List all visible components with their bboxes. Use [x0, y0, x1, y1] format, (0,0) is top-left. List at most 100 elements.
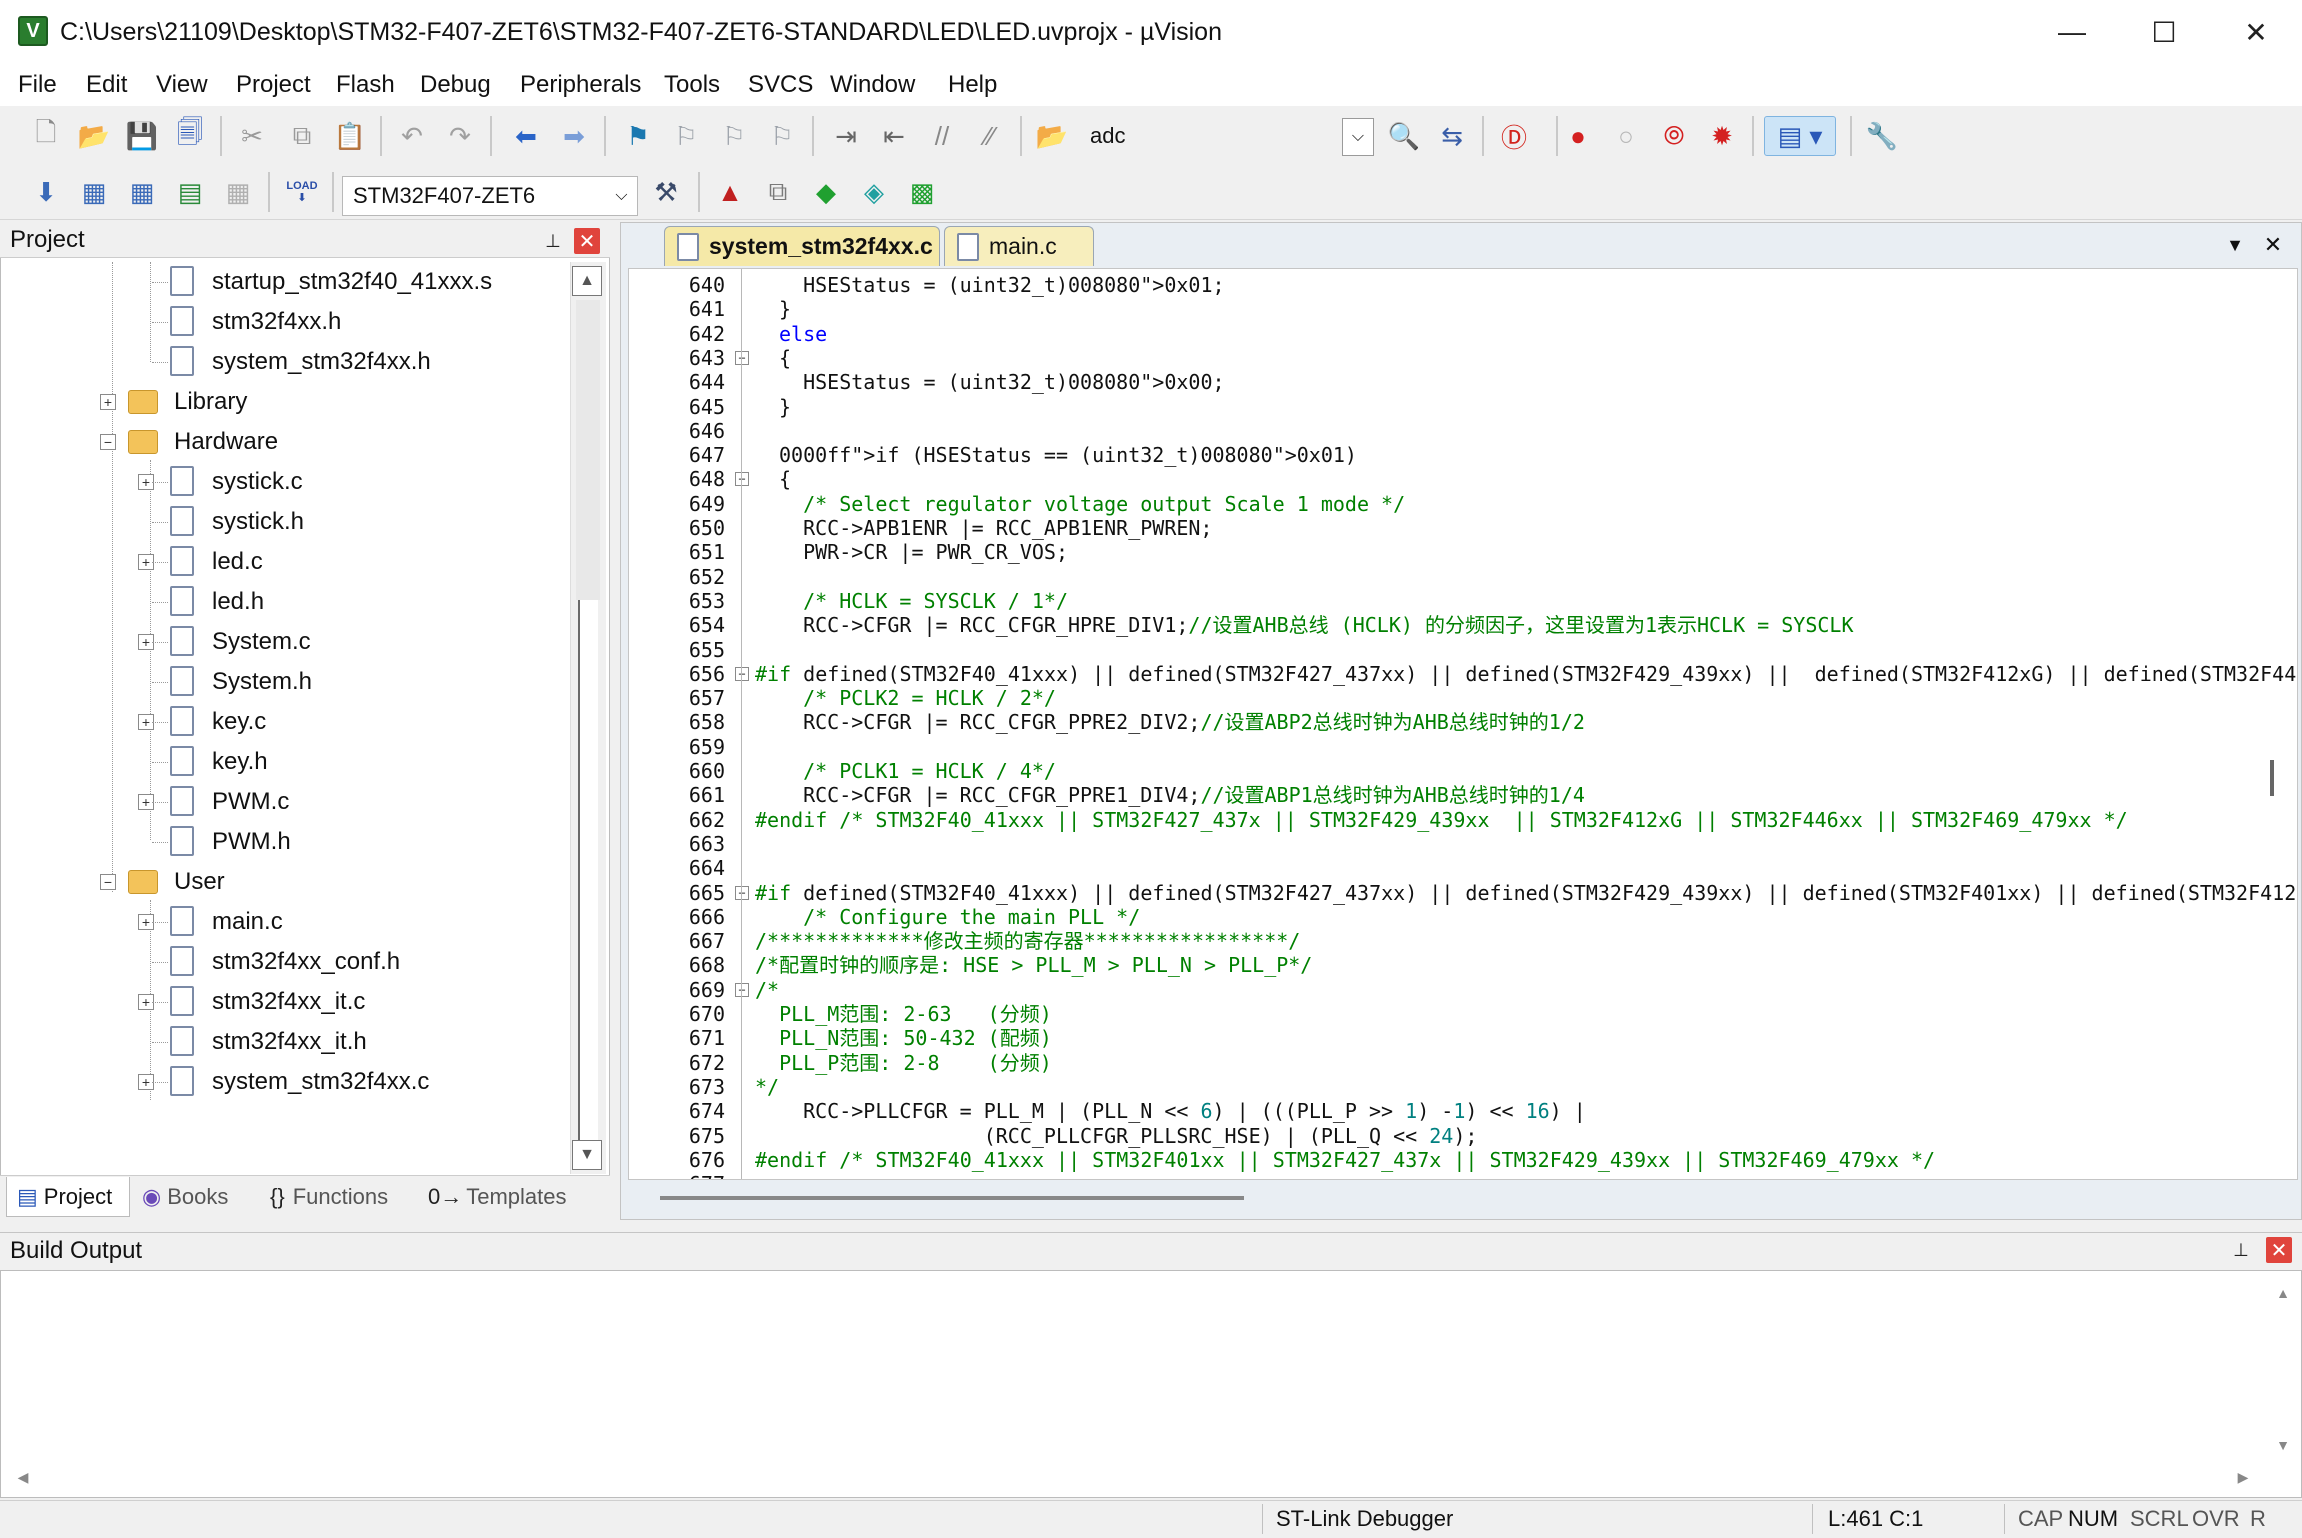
- code-line[interactable]: 642 else: [629, 322, 2297, 346]
- fold-toggle-icon[interactable]: −: [735, 351, 749, 365]
- maximize-button[interactable]: ☐: [2118, 0, 2210, 64]
- code-line[interactable]: 667 /*************修改主频的寄存器***************…: [629, 929, 2297, 953]
- batch-build-icon[interactable]: ▤: [170, 172, 210, 212]
- code-editor[interactable]: 640 HSEStatus = (uint32_t)008080">0x01; 6…: [628, 268, 2298, 1180]
- code-line[interactable]: 669−/*: [629, 978, 2297, 1002]
- menu-flash[interactable]: Flash: [336, 64, 395, 106]
- code-line[interactable]: 675 (RCC_PLLCFGR_PLLSRC_HSE) | (PLL_Q <<…: [629, 1124, 2297, 1148]
- code-line[interactable]: 659: [629, 735, 2297, 759]
- code-line[interactable]: 668 /*配置时钟的顺序是: HSE > PLL_M > PLL_N > PLL…: [629, 953, 2297, 977]
- build-scroll-left-icon[interactable]: ◀: [10, 1464, 36, 1490]
- code-line[interactable]: 665−#if defined(STM32F40_41xxx) || defin…: [629, 881, 2297, 905]
- code-line[interactable]: 656−#if defined(STM32F40_41xxx) || defin…: [629, 662, 2297, 686]
- code-line[interactable]: 660 /* PCLK1 = HCLK / 4*/: [629, 759, 2297, 783]
- code-line[interactable]: 661 RCC->CFGR |= RCC_CFGR_PPRE1_DIV4;//设…: [629, 783, 2297, 807]
- manage-rte-icon[interactable]: ◆: [806, 172, 846, 212]
- window-layout-icon[interactable]: ▤ ▾: [1764, 116, 1836, 156]
- scroll-down-icon[interactable]: ▼: [572, 1140, 602, 1170]
- menu-project[interactable]: Project: [236, 64, 311, 106]
- menu-window[interactable]: Window: [830, 64, 915, 106]
- unindent-icon[interactable]: ⇤: [874, 116, 914, 156]
- menu-view[interactable]: View: [156, 64, 208, 106]
- code-line[interactable]: 672 PLL_P范围: 2-8 (分频): [629, 1051, 2297, 1075]
- breakpoint-disable-all-icon[interactable]: ⦾: [1654, 116, 1694, 156]
- build-scroll-down-icon[interactable]: ▼: [2270, 1432, 2296, 1458]
- fold-toggle-icon[interactable]: −: [735, 667, 749, 681]
- incremental-find-icon[interactable]: ⇆: [1432, 116, 1472, 156]
- code-line[interactable]: 677: [629, 1172, 2297, 1179]
- code-line[interactable]: 664: [629, 856, 2297, 880]
- target-options-icon[interactable]: ⚒: [646, 172, 686, 212]
- code-line[interactable]: 654 RCC->CFGR |= RCC_CFGR_HPRE_DIV1;//设置…: [629, 613, 2297, 637]
- expand-icon[interactable]: +: [100, 394, 116, 410]
- editor-vscroll-thumb[interactable]: [2270, 760, 2274, 796]
- code-line[interactable]: 657 /* PCLK2 = HCLK / 2*/: [629, 686, 2297, 710]
- fold-toggle-icon[interactable]: −: [735, 886, 749, 900]
- code-line[interactable]: 643− {: [629, 346, 2297, 370]
- code-line[interactable]: 658 RCC->CFGR |= RCC_CFGR_PPRE2_DIV2;//设…: [629, 710, 2297, 734]
- build-icon[interactable]: ▦: [74, 172, 114, 212]
- pin-icon[interactable]: ⊥: [2228, 1237, 2254, 1263]
- code-line[interactable]: 676 #endif /* STM32F40_41xxx || STM32F401…: [629, 1148, 2297, 1172]
- editor-tab-main-c[interactable]: main.c: [944, 226, 1094, 266]
- code-line[interactable]: 644 HSEStatus = (uint32_t)008080">0x00;: [629, 370, 2297, 394]
- build-output-panel[interactable]: [0, 1270, 2302, 1498]
- close-window-button[interactable]: ✕: [2210, 0, 2302, 64]
- target-select[interactable]: STM32F407-ZET6: [342, 176, 638, 216]
- menu-svcs[interactable]: SVCS: [748, 64, 813, 106]
- pin-icon[interactable]: ⊥: [540, 228, 566, 254]
- download-icon[interactable]: LOAD ⬇: [282, 172, 322, 212]
- open-file-icon[interactable]: 📂: [74, 116, 114, 156]
- tab-functions[interactable]: {} Functions: [266, 1177, 416, 1217]
- menu-peripherals[interactable]: Peripherals: [520, 64, 641, 106]
- manage-project-items-icon[interactable]: ▲: [710, 172, 750, 212]
- code-line[interactable]: 666 /* Configure the main PLL */: [629, 905, 2297, 929]
- menu-help[interactable]: Help: [948, 64, 997, 106]
- bookmark-prev-icon[interactable]: ⚐: [666, 116, 706, 156]
- code-line[interactable]: 647 0000ff">if (HSEStatus == (uint32_t)00…: [629, 443, 2297, 467]
- indent-icon[interactable]: ⇥: [826, 116, 866, 156]
- editor-tabs-dropdown-icon[interactable]: ▼: [2220, 230, 2250, 260]
- bookmark-next-icon[interactable]: ⚐: [714, 116, 754, 156]
- bookmark-toggle-icon[interactable]: ⚑: [618, 116, 658, 156]
- breakpoint-kill-all-icon[interactable]: ✹: [1702, 116, 1742, 156]
- build-output-close-button[interactable]: ✕: [2266, 1237, 2292, 1263]
- find-icon[interactable]: 🔍: [1384, 116, 1424, 156]
- configure-icon[interactable]: 🔧: [1862, 116, 1902, 156]
- code-line[interactable]: 649 /* Select regulator voltage output S…: [629, 492, 2297, 516]
- target-select-arrow-icon[interactable]: ⌵: [606, 177, 637, 215]
- code-line[interactable]: 671 PLL_N范围: 50-432 (配频): [629, 1026, 2297, 1050]
- code-line[interactable]: 645}: [629, 395, 2297, 419]
- collapse-icon[interactable]: −: [100, 874, 116, 890]
- editor-close-icon[interactable]: ✕: [2258, 230, 2288, 260]
- scroll-up-icon[interactable]: ▲: [572, 266, 602, 296]
- cut-icon[interactable]: ✂: [232, 116, 272, 156]
- fold-toggle-icon[interactable]: −: [735, 472, 749, 486]
- run-time-environment-icon[interactable]: ▩: [902, 172, 942, 212]
- code-line[interactable]: 646: [629, 419, 2297, 443]
- code-line[interactable]: 674 RCC->PLLCFGR = PLL_M | (PLL_N << 6) …: [629, 1099, 2297, 1123]
- select-packs-icon[interactable]: ⧉: [758, 172, 798, 212]
- build-scroll-right-icon[interactable]: ▶: [2230, 1464, 2256, 1490]
- uncomment-icon[interactable]: ⁄⁄: [970, 116, 1010, 156]
- save-icon[interactable]: 💾: [122, 116, 162, 156]
- menu-tools[interactable]: Tools: [664, 64, 720, 106]
- editor-hscroll-thumb[interactable]: [660, 1196, 1244, 1200]
- menu-debug[interactable]: Debug: [420, 64, 491, 106]
- code-line[interactable]: 652: [629, 565, 2297, 589]
- build-scroll-up-icon[interactable]: ▲: [2270, 1280, 2296, 1306]
- tab-books[interactable]: ◉ Books: [138, 1177, 254, 1217]
- navigate-back-icon[interactable]: ⬅: [506, 116, 546, 156]
- copy-icon[interactable]: ⧉: [282, 116, 322, 156]
- rebuild-icon[interactable]: ▦: [122, 172, 162, 212]
- find-combo-arrow-icon[interactable]: ⌵: [1342, 118, 1374, 156]
- undo-icon[interactable]: ↶: [392, 116, 432, 156]
- bookmark-clear-icon[interactable]: ⚐: [762, 116, 802, 156]
- code-line[interactable]: 653 /* HCLK = SYSCLK / 1*/: [629, 589, 2297, 613]
- code-line[interactable]: 650 RCC->APB1ENR |= RCC_APB1ENR_PWREN;: [629, 516, 2297, 540]
- code-line[interactable]: 663: [629, 832, 2297, 856]
- editor-tab-system-stm32f4xx-c[interactable]: system_stm32f4xx.c: [664, 226, 940, 266]
- save-all-icon[interactable]: 🗐: [170, 116, 210, 156]
- comment-icon[interactable]: //: [922, 116, 962, 156]
- redo-icon[interactable]: ↷: [440, 116, 480, 156]
